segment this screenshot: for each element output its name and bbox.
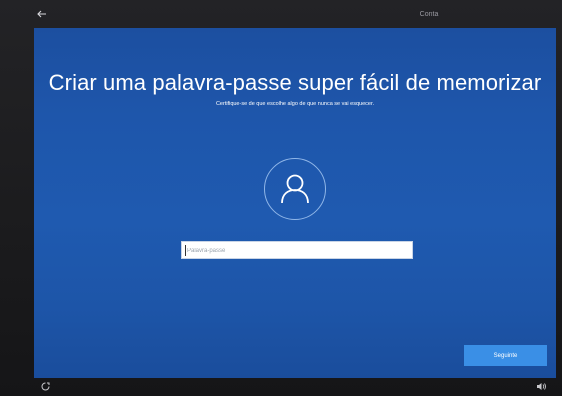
back-arrow-icon[interactable] [36, 8, 50, 22]
password-input[interactable] [187, 244, 407, 257]
ease-of-access-icon[interactable] [41, 382, 51, 392]
password-field[interactable] [181, 241, 413, 259]
next-button[interactable]: Seguinte [464, 345, 547, 366]
user-icon [281, 174, 309, 204]
bottom-bar [34, 378, 556, 396]
step-label: Conta [419, 11, 439, 18]
avatar [264, 158, 326, 220]
page-title: Criar uma palavra-passe super fácil de m… [48, 70, 542, 95]
oobe-screen: Criar uma palavra-passe super fácil de m… [34, 28, 556, 378]
top-bar: Conta [34, 6, 556, 32]
volume-icon[interactable] [536, 382, 548, 392]
text-caret [185, 245, 186, 256]
page-subtitle: Certifique-se de que escolhe algo de que… [215, 101, 375, 107]
